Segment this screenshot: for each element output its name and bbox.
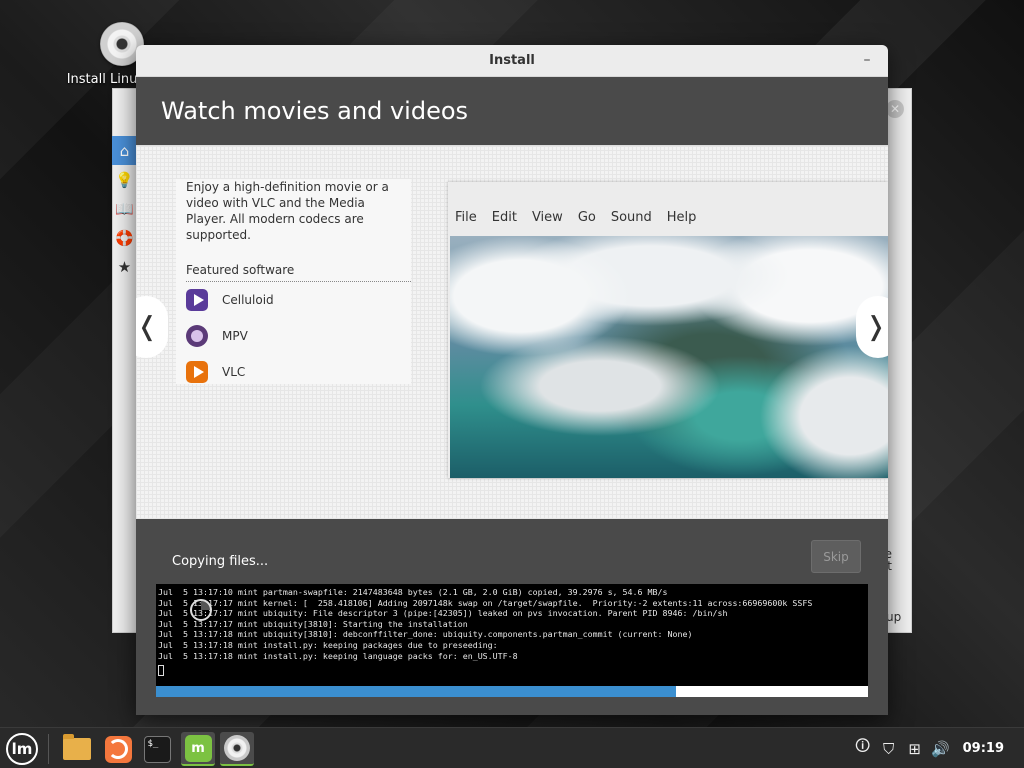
installer-window: Install – Watch movies and videos Enjoy … xyxy=(136,45,888,715)
media-player-screenshot: File Edit View Go Sound Help xyxy=(448,182,888,478)
log-line: Jul 5 13:17:17 mint kernel: [ 258.418106… xyxy=(158,597,813,608)
taskbar-app-firefox[interactable] xyxy=(101,732,135,766)
log-line: Jul 5 13:17:10 mint partman-swapfile: 21… xyxy=(158,587,668,597)
menu-help: Help xyxy=(666,210,697,225)
next-slide-button[interactable]: ❭ xyxy=(856,296,888,358)
home-icon[interactable]: ⌂ xyxy=(112,136,137,165)
slide-header: Watch movies and videos xyxy=(136,77,888,145)
log-line: Jul 5 13:17:17 mint ubiquity[3810]: Star… xyxy=(158,618,468,629)
menu-file: File xyxy=(455,210,477,225)
chevron-right-icon: ❭ xyxy=(865,312,887,342)
app-name: MPV xyxy=(222,329,248,343)
folder-icon xyxy=(63,734,91,760)
busy-spinner-icon xyxy=(190,599,212,621)
taskbar-app-software-manager[interactable]: m xyxy=(181,732,215,766)
book-icon[interactable]: 📖 xyxy=(112,194,137,223)
slide-description: Enjoy a high-definition movie or a video… xyxy=(186,180,389,242)
log-line: Jul 5 13:17:18 mint install.py: keeping … xyxy=(158,650,518,661)
log-line: Jul 5 13:17:18 mint ubiquity[3810]: debc… xyxy=(158,629,693,640)
previous-slide-button[interactable]: ❬ xyxy=(136,296,168,358)
install-log-terminal: Jul 5 13:17:10 mint partman-swapfile: 21… xyxy=(156,584,868,686)
video-frame-image xyxy=(450,236,888,478)
log-line: Jul 5 13:17:17 mint ubiquity: File descr… xyxy=(158,608,728,619)
media-player-menubar: File Edit View Go Sound Help xyxy=(448,210,711,234)
minimize-icon[interactable]: – xyxy=(856,49,878,71)
help-ring-icon[interactable]: 🛟 xyxy=(112,223,137,252)
taskbar-app-files[interactable] xyxy=(60,732,94,766)
terminal-icon: $_ xyxy=(143,735,171,763)
featured-app-celluloid: Celluloid xyxy=(186,282,401,318)
slideshow: Enjoy a high-definition movie or a video… xyxy=(136,145,888,519)
terminal-cursor xyxy=(158,665,164,677)
volume-icon[interactable]: 🔊 xyxy=(929,737,953,761)
update-manager-icon[interactable]: 🛈 xyxy=(851,737,875,761)
celluloid-icon xyxy=(186,289,208,311)
mint-install-icon: m xyxy=(184,734,212,762)
menu-edit: Edit xyxy=(491,210,517,225)
taskbar: lm $_ m 🛈 ⛉ ⊞ 🔊 09:19 xyxy=(0,727,1024,768)
featured-app-mpv: MPV xyxy=(186,318,401,354)
firefox-icon xyxy=(104,735,132,763)
slide-heading: Watch movies and videos xyxy=(161,97,469,125)
mint-logo-icon: lm xyxy=(11,740,33,758)
slide-description-panel: Enjoy a high-definition movie or a video… xyxy=(176,179,411,384)
featured-app-vlc: VLC xyxy=(186,354,401,390)
skip-button[interactable]: Skip xyxy=(811,540,861,573)
main-menu-button[interactable]: lm xyxy=(6,733,38,765)
progress-status: Copying files... xyxy=(172,554,269,569)
menu-go: Go xyxy=(577,210,596,225)
window-title: Install xyxy=(489,53,535,68)
system-tray: 🛈 ⛉ ⊞ 🔊 09:19 xyxy=(851,728,1024,768)
disc-icon xyxy=(224,735,250,761)
featured-software-heading: Featured software xyxy=(186,263,411,282)
taskbar-app-terminal[interactable]: $_ xyxy=(140,732,174,766)
app-name: Celluloid xyxy=(222,293,274,307)
install-progress-section: Copying files... Skip Jul 5 13:17:10 min… xyxy=(136,519,888,715)
app-name: VLC xyxy=(222,365,246,379)
menu-sound: Sound xyxy=(610,210,652,225)
chevron-left-icon: ❬ xyxy=(136,312,158,342)
taskbar-separator xyxy=(48,734,49,764)
shield-icon[interactable]: ⛉ xyxy=(877,737,901,761)
clock[interactable]: 09:19 xyxy=(963,741,1004,756)
background-window-sidebar: ⌂ 💡 📖 🛟 ★ xyxy=(112,136,137,281)
install-progress-fill xyxy=(156,686,676,697)
network-icon[interactable]: ⊞ xyxy=(903,737,927,761)
taskbar-app-installer[interactable] xyxy=(220,732,254,766)
install-progress-bar xyxy=(156,686,868,697)
log-line: Jul 5 13:17:18 mint install.py: keeping … xyxy=(158,639,498,650)
star-icon[interactable]: ★ xyxy=(112,252,137,281)
mpv-icon xyxy=(186,325,208,347)
menu-view: View xyxy=(531,210,563,225)
background-window-partial-label: up xyxy=(886,610,902,624)
background-window-close-icon[interactable]: ✕ xyxy=(886,100,904,118)
lightbulb-icon[interactable]: 💡 xyxy=(112,165,137,194)
vlc-icon xyxy=(186,361,208,383)
installer-titlebar[interactable]: Install – xyxy=(136,45,888,77)
